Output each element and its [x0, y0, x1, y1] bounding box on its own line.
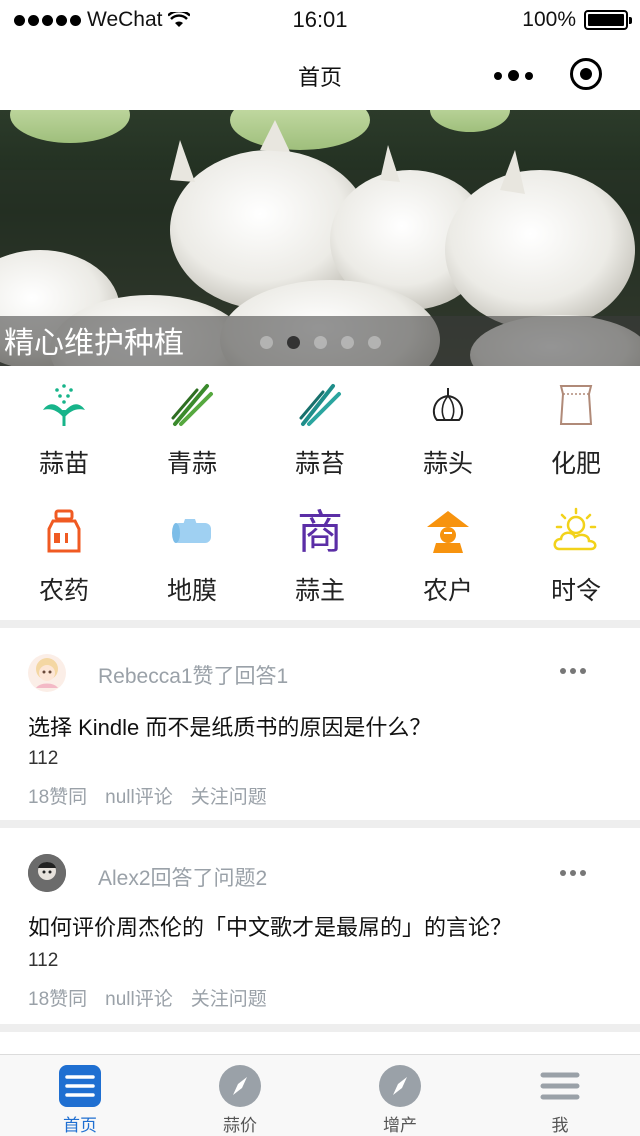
category-item-shop[interactable]: 商 蒜主	[256, 493, 384, 620]
tab-label: 蒜价	[223, 1116, 257, 1135]
avatar-image	[36, 658, 58, 688]
comments-count[interactable]: null评论	[105, 984, 173, 1011]
fertilizer-bag-icon	[559, 385, 593, 425]
compass-icon	[219, 1065, 261, 1107]
comments-count[interactable]: null评论	[105, 782, 173, 809]
more-options-icon[interactable]	[560, 870, 586, 876]
card-meta: 18赞同 null评论 关注问题	[28, 782, 267, 809]
battery-icon	[584, 10, 632, 30]
activity-text: Rebecca1赞了回答1	[98, 665, 289, 688]
category-label: 农户	[422, 577, 473, 605]
tab-label: 首页	[63, 1116, 97, 1135]
likes-count[interactable]: 18赞同	[28, 782, 87, 809]
category-item-mulch-film[interactable]: 地膜	[128, 493, 256, 620]
category-label: 青蒜	[166, 450, 217, 478]
follow-question-link[interactable]: 关注问题	[191, 782, 267, 809]
category-label: 时令	[550, 577, 601, 605]
tab-label: 我	[551, 1116, 569, 1135]
category-label: 地膜	[166, 577, 217, 605]
tab-yield[interactable]: 增产	[320, 1055, 480, 1136]
category-label: 农药	[38, 577, 89, 605]
sun-cloud-icon	[553, 507, 597, 551]
battery-group: 100%	[522, 8, 632, 32]
answer-excerpt[interactable]: 112	[28, 950, 58, 972]
tab-me[interactable]: 我	[480, 1055, 640, 1136]
garlic-bulb-icon	[432, 388, 464, 421]
carousel-dot[interactable]	[314, 336, 327, 349]
more-options-icon[interactable]	[560, 668, 586, 674]
category-label: 蒜苗	[38, 450, 89, 478]
category-item-fertilizer[interactable]: 化肥	[512, 366, 640, 493]
feed-card[interactable]: Alex2回答了问题2 如何评价周杰伦的「中文歌才是最屌的」的言论？ 112 1…	[0, 828, 640, 1024]
category-item-sprout[interactable]: 蒜苗	[0, 366, 128, 493]
category-label: 化肥	[550, 450, 601, 478]
menu-icon	[540, 1072, 580, 1100]
tab-garlic-price[interactable]: 蒜价	[160, 1055, 320, 1136]
category-item-garlic-bulb[interactable]: 蒜头	[384, 366, 512, 493]
category-item-garlic-scape[interactable]: 蒜苔	[256, 366, 384, 493]
more-icon[interactable]	[494, 70, 533, 81]
category-grid: 蒜苗 青蒜 蒜苔 蒜头 化肥 农药 地膜 商 蒜主 农户 时令	[0, 366, 640, 620]
avatar-image	[28, 854, 66, 892]
close-miniprogram-icon[interactable]	[570, 58, 602, 90]
answer-excerpt[interactable]: 112	[28, 748, 58, 770]
question-title[interactable]: 如何评价周杰伦的「中文歌才是最屌的」的言论？	[28, 910, 512, 942]
category-label: 蒜主	[294, 577, 345, 605]
category-label: 蒜苔	[294, 450, 345, 478]
green-garlic-icon	[171, 384, 213, 426]
carousel-indicator	[260, 336, 381, 349]
banner-caption: 精心维护种植	[4, 327, 184, 360]
banner-carousel[interactable]: 精心维护种植	[0, 110, 640, 366]
carousel-dot-active[interactable]	[287, 336, 300, 349]
nav-bar: 首页	[0, 40, 640, 110]
carousel-dot[interactable]	[260, 336, 273, 349]
question-title[interactable]: 选择 Kindle 而不是纸质书的原因是什么？	[28, 710, 431, 742]
battery-percent: 100%	[522, 8, 576, 31]
category-item-season[interactable]: 时令	[512, 493, 640, 620]
tab-label: 增产	[383, 1116, 417, 1135]
home-list-icon	[59, 1065, 101, 1107]
farmer-hat-icon	[427, 511, 469, 553]
mulch-film-icon	[172, 519, 211, 543]
page-title: 首页	[297, 65, 342, 90]
pesticide-bottle-icon	[47, 509, 81, 553]
shop-icon: 商	[297, 505, 343, 559]
section-divider	[0, 820, 640, 828]
follow-question-link[interactable]: 关注问题	[191, 984, 267, 1011]
sprout-icon	[43, 384, 85, 426]
feed-card[interactable]: Rebecca1赞了回答1 选择 Kindle 而不是纸质书的原因是什么？ 11…	[0, 628, 640, 820]
category-item-farmer[interactable]: 农户	[384, 493, 512, 620]
avatar[interactable]	[28, 854, 66, 892]
section-divider	[0, 1024, 640, 1032]
carousel-dot[interactable]	[341, 336, 354, 349]
card-meta: 18赞同 null评论 关注问题	[28, 984, 267, 1011]
section-divider	[0, 620, 640, 628]
garlic-scape-icon	[299, 384, 341, 426]
category-item-pesticide[interactable]: 农药	[0, 493, 128, 620]
compass-icon	[379, 1065, 421, 1107]
likes-count[interactable]: 18赞同	[28, 984, 87, 1011]
category-item-green-garlic[interactable]: 青蒜	[128, 366, 256, 493]
tab-home[interactable]: 首页	[0, 1055, 160, 1136]
activity-text: Alex2回答了问题2	[98, 867, 268, 890]
avatar[interactable]	[28, 654, 66, 692]
carousel-dot[interactable]	[368, 336, 381, 349]
status-bar: WeChat 16:01 100%	[0, 0, 640, 40]
tab-bar: 首页 蒜价 增产 我	[0, 1054, 640, 1136]
category-label: 蒜头	[422, 450, 473, 478]
